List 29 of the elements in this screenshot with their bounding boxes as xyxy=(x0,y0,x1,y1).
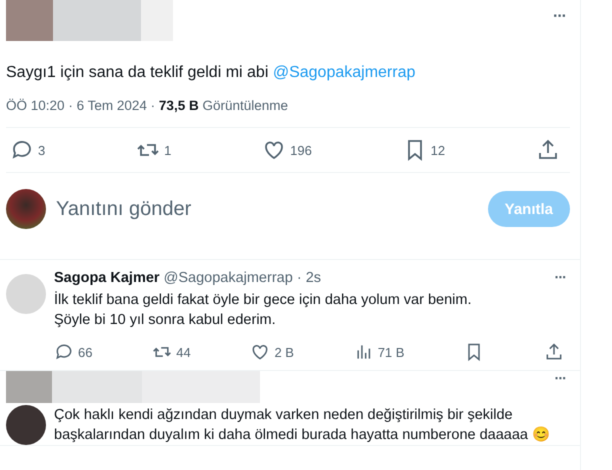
post-date[interactable]: 6 Tem 2024 xyxy=(76,98,147,113)
reply-text: Çok haklı kendi ağzından duymak varken neden değiştirilmiş bir şekilde başkalarından duyalım ki daha ölmedi burada hayatta numberone daaaaa 😊 xyxy=(54,406,552,445)
views-label: Görüntülenme xyxy=(202,98,288,113)
separator-dot: · xyxy=(296,270,302,286)
views-count[interactable]: 71 B xyxy=(378,344,404,360)
reply-count[interactable]: 66 xyxy=(78,344,92,360)
reply-text: İlk teklif bana geldi fakat öyle bir gece için daha yolum var benim. Şöyle bi 10 yıl sonra kabul ederim. xyxy=(54,290,472,330)
reply-icon[interactable] xyxy=(54,342,74,362)
view-count: 73,5 B xyxy=(158,98,199,113)
user-name[interactable]: Sagopa Kajmer xyxy=(54,270,160,286)
like-count[interactable]: 196 xyxy=(290,142,312,158)
user-handle[interactable]: @Sagopakajmerrap xyxy=(164,270,293,286)
repost-count[interactable]: 44 xyxy=(176,344,191,360)
bookmark-count[interactable]: 12 xyxy=(430,142,446,158)
like-count[interactable]: 2 B xyxy=(274,344,294,360)
avatar[interactable] xyxy=(6,405,46,445)
separator-dot: · xyxy=(150,98,156,113)
share-button[interactable] xyxy=(544,342,564,362)
post-age[interactable]: 2s xyxy=(306,270,322,286)
avatar[interactable] xyxy=(6,189,46,229)
tweet-text: Saygı1 için sana da teklif geldi mi abi @Sagopakajmerrap xyxy=(6,63,416,83)
more-options-icon[interactable]: ··· xyxy=(553,8,566,26)
post-time[interactable]: ÖÖ 10:20 xyxy=(6,98,65,113)
heart-icon[interactable] xyxy=(250,342,270,362)
separator-dot: · xyxy=(68,98,73,113)
more-options-icon[interactable]: ··· xyxy=(554,371,566,405)
repost-count[interactable]: 1 xyxy=(164,142,172,158)
more-options-icon[interactable]: ··· xyxy=(554,270,566,290)
reply-count[interactable]: 3 xyxy=(38,142,46,158)
